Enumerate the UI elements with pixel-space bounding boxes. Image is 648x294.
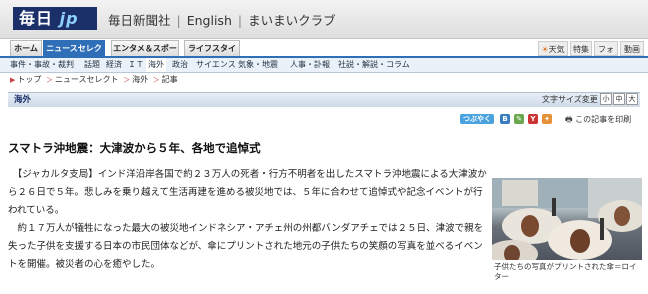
primary-nav: ホーム ニュースセレクト エンタメ＆スポーツ ライフスタイル ☀天気 特集 フォ…	[0, 40, 648, 69]
tab-lifestyle[interactable]: ライフスタイル	[184, 40, 240, 69]
breadcrumb: ▶ トップ ＞ニュースセレクト ＞海外 ＞記事	[8, 74, 178, 85]
yahoo-icon[interactable]: Y	[528, 114, 538, 124]
photo-caption: 子供たちの写真がプリントされた傘＝ロイター	[494, 262, 637, 281]
tab-home[interactable]: ホーム	[10, 40, 42, 56]
subnav-incidents[interactable]: 事件・事故・裁判	[10, 58, 74, 72]
chevron-right-icon: ▶	[10, 76, 16, 84]
crumb-news-select[interactable]: ニュースセレクト	[55, 75, 119, 84]
print-icon: 🖶	[565, 115, 573, 124]
tab-weather[interactable]: ☀天気	[538, 41, 568, 56]
article-paragraph-1: 【ジャカルタ支局】インド洋沿岸各国で約２３万人の死者・行方不明者を出したスマトラ…	[8, 169, 487, 216]
subnav-topics[interactable]: 話題	[84, 58, 100, 72]
chevron-right-icon: ＞	[152, 76, 160, 84]
rss-icon[interactable]: ✦	[542, 114, 552, 124]
tab-photo[interactable]: フォト	[594, 41, 618, 69]
clip-icon[interactable]: ✎	[514, 114, 524, 124]
tweet-label: つぶやく	[463, 115, 491, 123]
tab-features[interactable]: 特集	[570, 41, 592, 56]
subnav-politics[interactable]: 政治	[172, 58, 188, 72]
article-headline: スマトラ沖地震：大津波から５年、各地で追悼式	[8, 141, 261, 155]
bookmark-icon[interactable]: B	[500, 114, 510, 124]
print-link[interactable]: 🖶 この記事を印刷	[565, 114, 631, 128]
logo-jp-text: jp	[59, 9, 79, 28]
logo-text: 毎日	[19, 9, 54, 28]
subnav-science[interactable]: サイエンス	[196, 58, 236, 72]
font-size-small-button[interactable]: 小	[600, 93, 612, 105]
tab-video[interactable]: 動画	[620, 41, 644, 56]
link-maimai-club[interactable]: まいまいクラブ	[248, 13, 336, 28]
umbrella-photo-image	[492, 178, 642, 260]
weather-icon: ☀	[541, 45, 549, 54]
tab-news-select[interactable]: ニュースセレクト	[43, 40, 105, 69]
site-header: 毎日 jp 毎日新聞社 | English | まいまいクラブ	[0, 0, 648, 39]
link-english[interactable]: English	[187, 13, 232, 28]
mainichi-logo[interactable]: 毎日 jp	[13, 7, 97, 30]
subnav-editorials[interactable]: 社説・解説・コラム	[338, 58, 410, 72]
crumb-overseas[interactable]: 海外	[132, 75, 148, 84]
font-size-label: 文字サイズ変更	[542, 95, 598, 104]
crumb-article: 記事	[161, 75, 178, 84]
subnav-it[interactable]: ＩＴ	[128, 58, 144, 72]
sub-nav: 事件・事故・裁判 話題 経済 ＩＴ 海外 政治 サイエンス 気象・地震 人事・訃…	[0, 56, 648, 73]
weather-label: 天気	[548, 45, 565, 54]
header-links: 毎日新聞社 | English | まいまいクラブ	[108, 13, 336, 28]
chevron-right-icon: ＞	[45, 76, 53, 84]
print-label: この記事を印刷	[575, 115, 632, 124]
subnav-weather-quake[interactable]: 気象・地震	[238, 58, 278, 72]
link-mainichi-shimbun[interactable]: 毎日新聞社	[108, 13, 171, 28]
subnav-overseas[interactable]: 海外	[146, 58, 166, 72]
subnav-personnel[interactable]: 人事・訃報	[290, 58, 330, 72]
tab-entertainment-sports[interactable]: エンタメ＆スポーツ	[111, 40, 179, 69]
article-paragraph-2: 約１７万人が犠牲になった最大の被災地インドネシア・アチェ州の州都バンダアチェでは…	[8, 223, 484, 270]
chevron-right-icon: ＞	[123, 76, 131, 84]
font-size-large-button[interactable]: 大	[626, 93, 638, 105]
tweet-button[interactable]: つぶやく	[460, 114, 494, 124]
font-size-medium-button[interactable]: 中	[613, 93, 625, 105]
section-title: 海外	[14, 95, 32, 105]
crumb-top[interactable]: トップ	[17, 75, 41, 84]
article-photo[interactable]	[492, 178, 642, 260]
subnav-economy[interactable]: 経済	[106, 58, 122, 72]
